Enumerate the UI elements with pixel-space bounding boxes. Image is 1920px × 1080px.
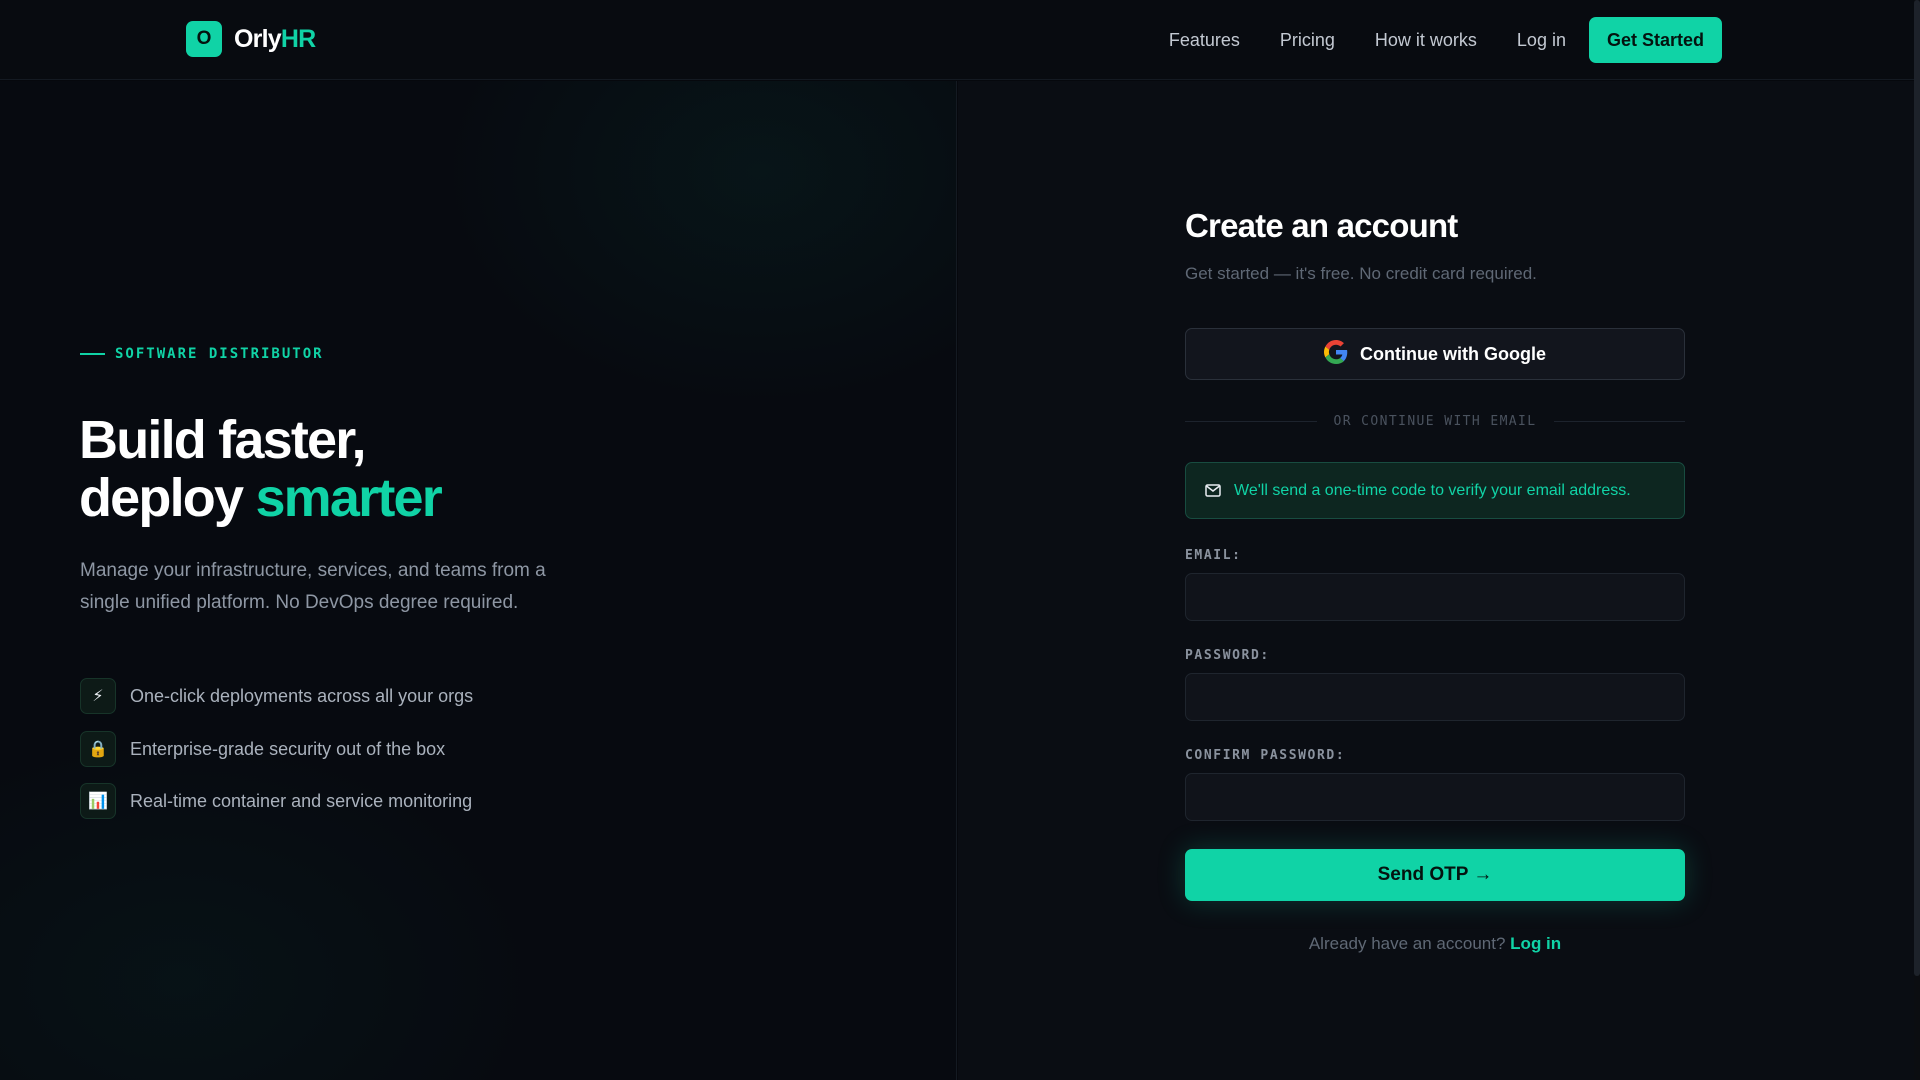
nav-link-how-it-works[interactable]: How it works [1375,30,1477,51]
password-label: PASSWORD: [1185,648,1270,663]
logo-name-accent: HR [280,24,316,53]
signup-page: O OrlyHR Features Pricing How it works L… [0,0,1920,1080]
headline-accent: smarter [255,468,442,528]
nav-link-login[interactable]: Log in [1517,30,1566,51]
nav-link-features[interactable]: Features [1169,30,1240,51]
top-nav: O OrlyHR Features Pricing How it works L… [0,0,1914,80]
hero-headline: Build faster, deploy smarter [79,410,443,528]
brand-logo[interactable]: O OrlyHR [186,21,316,57]
form-subtitle: Get started — it's free. No credit card … [1185,264,1537,283]
feature-text: Enterprise-grade security out of the box [130,738,446,759]
send-otp-button[interactable]: Send OTP → [1185,849,1685,901]
otp-notice: We'll send a one-time code to verify you… [1185,462,1685,519]
feature-item: 🔒 Enterprise-grade security out of the b… [80,731,473,767]
signup-panel: Create an account Get started — it's fre… [958,81,1914,1080]
hero-panel: SOFTWARE DISTRIBUTOR Build faster, deplo… [0,81,957,1080]
eyebrow-line [80,353,105,355]
mail-icon [1205,484,1221,497]
email-label: EMAIL: [1185,548,1242,563]
lightning-icon: ⚡ [80,678,116,714]
page-scrollbar[interactable] [1914,0,1920,1080]
login-link[interactable]: Log in [1510,934,1561,953]
hero-eyebrow: SOFTWARE DISTRIBUTOR [80,346,324,362]
email-field[interactable] [1185,573,1685,621]
headline-line-1: Build faster, [79,410,366,470]
divider-line [1185,420,1317,422]
confirm-password-label: CONFIRM PASSWORD: [1185,748,1346,763]
google-signin-button[interactable]: Continue with Google [1185,328,1685,380]
headline-line-2: deploy [79,468,256,528]
logo-mark: O [186,21,222,57]
get-started-button[interactable]: Get Started [1588,17,1722,63]
chart-icon: 📊 [80,783,116,819]
google-button-label: Continue with Google [1360,343,1546,364]
notice-text: We'll send a one-time code to verify you… [1234,481,1631,499]
logo-wordmark: OrlyHR [234,24,316,54]
feature-list: ⚡ One-click deployments across all your … [80,678,473,836]
nav-links: Features Pricing How it works Log in Get… [1169,17,1722,63]
form-title: Create an account [1185,207,1458,244]
login-prompt: Already have an account? Log in [1185,934,1685,954]
eyebrow-text: SOFTWARE DISTRIBUTOR [115,346,324,362]
password-field[interactable] [1185,673,1685,721]
feature-item: 📊 Real-time container and service monito… [80,783,473,819]
feature-text: Real-time container and service monitori… [130,790,473,811]
scrollbar-thumb[interactable] [1914,0,1920,976]
google-icon [1324,339,1348,369]
feature-item: ⚡ One-click deployments across all your … [80,678,473,714]
nav-link-pricing[interactable]: Pricing [1280,30,1335,51]
confirm-password-field[interactable] [1185,773,1685,821]
divider-text: OR CONTINUE WITH EMAIL [1333,413,1537,429]
login-prompt-text: Already have an account? [1308,934,1506,953]
feature-text: One-click deployments across all your or… [130,685,474,706]
hero-subtext: Manage your infrastructure, services, an… [80,560,546,613]
logo-name-primary: Orly [234,24,282,53]
lock-icon: 🔒 [80,731,116,767]
email-divider: OR CONTINUE WITH EMAIL [1185,411,1685,431]
divider-line [1553,420,1685,422]
